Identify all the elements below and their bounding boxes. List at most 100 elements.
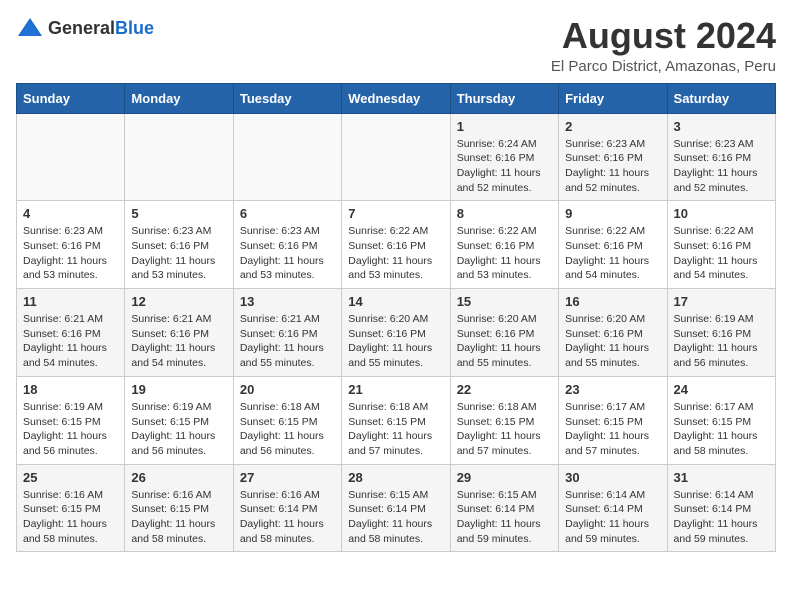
day-number: 21 [348, 382, 443, 397]
calendar-cell: 12 Sunrise: 6:21 AM Sunset: 6:16 PM Dayli… [125, 289, 233, 377]
week-row-3: 11 Sunrise: 6:21 AM Sunset: 6:16 PM Dayli… [17, 289, 776, 377]
calendar-cell: 13 Sunrise: 6:21 AM Sunset: 6:16 PM Dayli… [233, 289, 341, 377]
calendar-cell: 31Sunrise: 6:14 AM Sunset: 6:14 PM Dayli… [667, 464, 775, 552]
calendar-cell: 23Sunrise: 6:17 AM Sunset: 6:15 PM Dayli… [559, 376, 667, 464]
day-number: 3 [674, 119, 769, 134]
header-cell-wednesday: Wednesday [342, 83, 450, 113]
calendar-cell: 2Sunrise: 6:23 AM Sunset: 6:16 PM Daylig… [559, 113, 667, 201]
logo-text-blue: Blue [115, 18, 154, 38]
day-info: Sunrise: 6:23 AM Sunset: 6:16 PM Dayligh… [565, 137, 660, 196]
day-info: Sunrise: 6:22 AM Sunset: 6:16 PM Dayligh… [565, 224, 660, 283]
day-number: 1 [457, 119, 552, 134]
day-info: Sunrise: 6:21 AM Sunset: 6:16 PM Dayligh… [131, 312, 226, 371]
header: GeneralBlue August 2024 El Parco Distric… [16, 16, 776, 75]
calendar-cell: 25 Sunrise: 6:16 AM Sunset: 6:15 PM Dayli… [17, 464, 125, 552]
week-row-2: 4 Sunrise: 6:23 AM Sunset: 6:16 PM Daylig… [17, 201, 776, 289]
calendar-cell: 14 Sunrise: 6:20 AM Sunset: 6:16 PM Dayli… [342, 289, 450, 377]
calendar-cell [342, 113, 450, 201]
day-number: 29 [457, 470, 552, 485]
day-info: Sunrise: 6:22 AM Sunset: 6:16 PM Dayligh… [348, 224, 443, 283]
day-number: 20 [240, 382, 335, 397]
day-number: 4 [23, 206, 118, 221]
day-number: 22 [457, 382, 552, 397]
calendar-cell: 16 Sunrise: 6:20 AM Sunset: 6:16 PM Dayli… [559, 289, 667, 377]
calendar-cell: 20Sunrise: 6:18 AM Sunset: 6:15 PM Dayli… [233, 376, 341, 464]
header-cell-saturday: Saturday [667, 83, 775, 113]
day-info: Sunrise: 6:16 AM Sunset: 6:14 PM Dayligh… [240, 488, 335, 547]
calendar-header: SundayMondayTuesdayWednesdayThursdayFrid… [17, 83, 776, 113]
calendar-cell: 22Sunrise: 6:18 AM Sunset: 6:15 PM Dayli… [450, 376, 558, 464]
day-info: Sunrise: 6:23 AM Sunset: 6:16 PM Dayligh… [674, 137, 769, 196]
week-row-4: 18 Sunrise: 6:19 AM Sunset: 6:15 PM Dayli… [17, 376, 776, 464]
day-number: 30 [565, 470, 660, 485]
day-number: 13 [240, 294, 335, 309]
header-cell-monday: Monday [125, 83, 233, 113]
day-info: Sunrise: 6:14 AM Sunset: 6:14 PM Dayligh… [565, 488, 660, 547]
day-number: 12 [131, 294, 226, 309]
day-number: 17 [674, 294, 769, 309]
calendar-cell: 21Sunrise: 6:18 AM Sunset: 6:15 PM Dayli… [342, 376, 450, 464]
day-number: 14 [348, 294, 443, 309]
calendar-cell [125, 113, 233, 201]
day-info: Sunrise: 6:22 AM Sunset: 6:16 PM Dayligh… [674, 224, 769, 283]
day-number: 19 [131, 382, 226, 397]
calendar-table: SundayMondayTuesdayWednesdayThursdayFrid… [16, 83, 776, 553]
day-info: Sunrise: 6:17 AM Sunset: 6:15 PM Dayligh… [565, 400, 660, 459]
day-info: Sunrise: 6:20 AM Sunset: 6:16 PM Dayligh… [565, 312, 660, 371]
day-number: 6 [240, 206, 335, 221]
day-number: 16 [565, 294, 660, 309]
day-number: 18 [23, 382, 118, 397]
week-row-1: 1Sunrise: 6:24 AM Sunset: 6:16 PM Daylig… [17, 113, 776, 201]
day-number: 11 [23, 294, 118, 309]
day-info: Sunrise: 6:16 AM Sunset: 6:15 PM Dayligh… [131, 488, 226, 547]
calendar-cell [17, 113, 125, 201]
day-number: 26 [131, 470, 226, 485]
day-number: 27 [240, 470, 335, 485]
calendar-cell: 3 Sunrise: 6:23 AM Sunset: 6:16 PM Daylig… [667, 113, 775, 201]
calendar-cell: 7 Sunrise: 6:22 AM Sunset: 6:16 PM Daylig… [342, 201, 450, 289]
day-number: 31 [674, 470, 769, 485]
day-info: Sunrise: 6:19 AM Sunset: 6:15 PM Dayligh… [131, 400, 226, 459]
day-number: 5 [131, 206, 226, 221]
title-area: August 2024 El Parco District, Amazonas,… [551, 16, 776, 75]
week-row-5: 25 Sunrise: 6:16 AM Sunset: 6:15 PM Dayli… [17, 464, 776, 552]
day-number: 25 [23, 470, 118, 485]
calendar-cell: 6Sunrise: 6:23 AM Sunset: 6:16 PM Daylig… [233, 201, 341, 289]
calendar-cell: 29Sunrise: 6:15 AM Sunset: 6:14 PM Dayli… [450, 464, 558, 552]
day-info: Sunrise: 6:20 AM Sunset: 6:16 PM Dayligh… [457, 312, 552, 371]
day-info: Sunrise: 6:20 AM Sunset: 6:16 PM Dayligh… [348, 312, 443, 371]
day-number: 9 [565, 206, 660, 221]
calendar-cell: 26 Sunrise: 6:16 AM Sunset: 6:15 PM Dayli… [125, 464, 233, 552]
calendar-cell: 24 Sunrise: 6:17 AM Sunset: 6:15 PM Dayli… [667, 376, 775, 464]
day-info: Sunrise: 6:16 AM Sunset: 6:15 PM Dayligh… [23, 488, 118, 547]
header-cell-thursday: Thursday [450, 83, 558, 113]
calendar-cell: 4Sunrise: 6:23 AM Sunset: 6:16 PM Daylig… [17, 201, 125, 289]
calendar-cell: 10 Sunrise: 6:22 AM Sunset: 6:16 PM Dayli… [667, 201, 775, 289]
calendar-cell: 9 Sunrise: 6:22 AM Sunset: 6:16 PM Daylig… [559, 201, 667, 289]
calendar-cell: 19 Sunrise: 6:19 AM Sunset: 6:15 PM Dayli… [125, 376, 233, 464]
day-info: Sunrise: 6:19 AM Sunset: 6:15 PM Dayligh… [23, 400, 118, 459]
calendar-cell: 1Sunrise: 6:24 AM Sunset: 6:16 PM Daylig… [450, 113, 558, 201]
calendar-cell: 28Sunrise: 6:15 AM Sunset: 6:14 PM Dayli… [342, 464, 450, 552]
calendar-cell: 30 Sunrise: 6:14 AM Sunset: 6:14 PM Dayli… [559, 464, 667, 552]
calendar-cell: 15 Sunrise: 6:20 AM Sunset: 6:16 PM Dayli… [450, 289, 558, 377]
day-number: 24 [674, 382, 769, 397]
subtitle: El Parco District, Amazonas, Peru [551, 58, 776, 75]
header-row: SundayMondayTuesdayWednesdayThursdayFrid… [17, 83, 776, 113]
calendar-cell: 27 Sunrise: 6:16 AM Sunset: 6:14 PM Dayli… [233, 464, 341, 552]
calendar-cell: 11 Sunrise: 6:21 AM Sunset: 6:16 PM Dayli… [17, 289, 125, 377]
calendar-cell: 18 Sunrise: 6:19 AM Sunset: 6:15 PM Dayli… [17, 376, 125, 464]
header-cell-friday: Friday [559, 83, 667, 113]
day-info: Sunrise: 6:21 AM Sunset: 6:16 PM Dayligh… [240, 312, 335, 371]
day-info: Sunrise: 6:19 AM Sunset: 6:16 PM Dayligh… [674, 312, 769, 371]
day-info: Sunrise: 6:22 AM Sunset: 6:16 PM Dayligh… [457, 224, 552, 283]
day-number: 10 [674, 206, 769, 221]
logo-icon [16, 16, 44, 40]
day-info: Sunrise: 6:23 AM Sunset: 6:16 PM Dayligh… [131, 224, 226, 283]
day-number: 7 [348, 206, 443, 221]
day-number: 15 [457, 294, 552, 309]
day-info: Sunrise: 6:21 AM Sunset: 6:16 PM Dayligh… [23, 312, 118, 371]
calendar-cell: 17 Sunrise: 6:19 AM Sunset: 6:16 PM Dayli… [667, 289, 775, 377]
day-info: Sunrise: 6:17 AM Sunset: 6:15 PM Dayligh… [674, 400, 769, 459]
calendar-body: 1Sunrise: 6:24 AM Sunset: 6:16 PM Daylig… [17, 113, 776, 552]
